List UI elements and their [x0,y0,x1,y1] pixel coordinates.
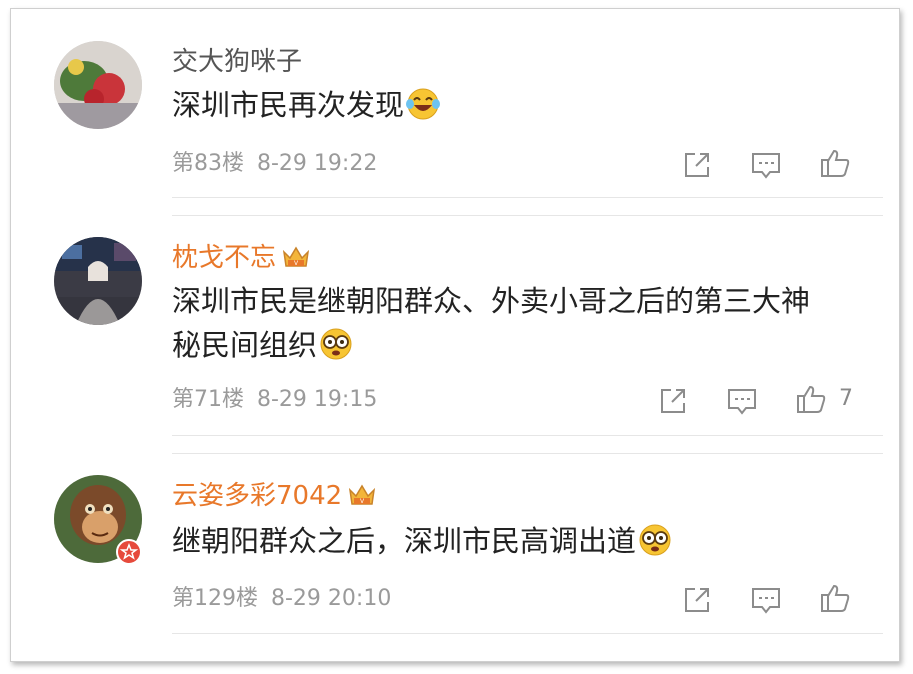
floor-number: 第83楼 [172,151,244,176]
like-button[interactable] [819,147,851,179]
like-button[interactable] [795,383,827,415]
floor-number: 第71楼 [172,387,244,412]
reply-button[interactable] [750,149,782,181]
spectacles-emoji [639,524,671,556]
reply-button[interactable] [726,385,758,417]
comment-text: 继朝阳群众之后，深圳市民高调出道 [172,519,872,563]
reply-icon [752,153,780,179]
share-icon [685,153,709,177]
like-button[interactable] [819,582,851,614]
share-button[interactable] [681,584,713,616]
verified-badge [116,539,142,565]
reply-icon [728,389,756,415]
vip-crown-icon: V [349,484,376,505]
reply-button[interactable] [750,584,782,616]
comment-text-content: 继朝阳群众之后，深圳市民高调出道 [172,524,637,558]
avatar-image [54,41,142,129]
verified-badge-icon [119,542,139,560]
timestamp: 8-29 19:22 [257,151,378,176]
comment-text-line: 秘民间组织 [172,323,872,367]
share-icon [685,588,709,612]
share-icon [661,389,685,413]
reply-icon [752,588,780,614]
timestamp: 8-29 20:10 [271,586,392,611]
floor-number: 第129楼 [172,586,258,611]
username[interactable]: 交大狗咪子 [172,47,302,77]
comment-text-content: 秘民间组织 [172,328,318,362]
comment-text: 深圳市民再次发现 [172,83,872,127]
comment-text-line: 深圳市民是继朝阳群众、外卖小哥之后的第三大神 [172,284,811,318]
like-icon [821,584,850,612]
avatar[interactable] [54,41,142,129]
comment-meta: 第83楼 8-29 19:22 [172,151,377,177]
spectacles-emoji [320,328,352,360]
divider [172,215,883,216]
divider [172,435,883,436]
share-button[interactable] [681,149,713,181]
comment-list: 交大狗咪子 深圳市民再次发现 第83楼 8-29 19:22 枕戈不忘 V 深圳… [10,8,900,662]
like-icon [821,149,850,177]
timestamp: 8-29 19:15 [257,387,378,412]
comment-meta: 第71楼 8-29 19:15 [172,387,377,413]
like-icon [797,385,826,413]
avatar-image [54,237,142,325]
share-button[interactable] [657,385,689,417]
divider [172,633,883,634]
avatar[interactable] [54,237,142,325]
username[interactable]: 云姿多彩7042 V [172,481,376,511]
vip-crown-icon: V [282,246,310,267]
divider [172,197,883,198]
laughing-tears-emoji [406,88,441,120]
username[interactable]: 枕戈不忘 V [172,243,310,273]
comment-meta: 第129楼 8-29 20:10 [172,586,391,612]
divider [172,453,883,454]
username-text: 枕戈不忘 [172,243,277,273]
like-count: 7 [839,386,853,411]
comment-text: 深圳市民是继朝阳群众、外卖小哥之后的第三大神 秘民间组织 [172,279,872,367]
username-text: 云姿多彩7042 [172,481,343,511]
comment-text-content: 深圳市民再次发现 [172,88,405,122]
